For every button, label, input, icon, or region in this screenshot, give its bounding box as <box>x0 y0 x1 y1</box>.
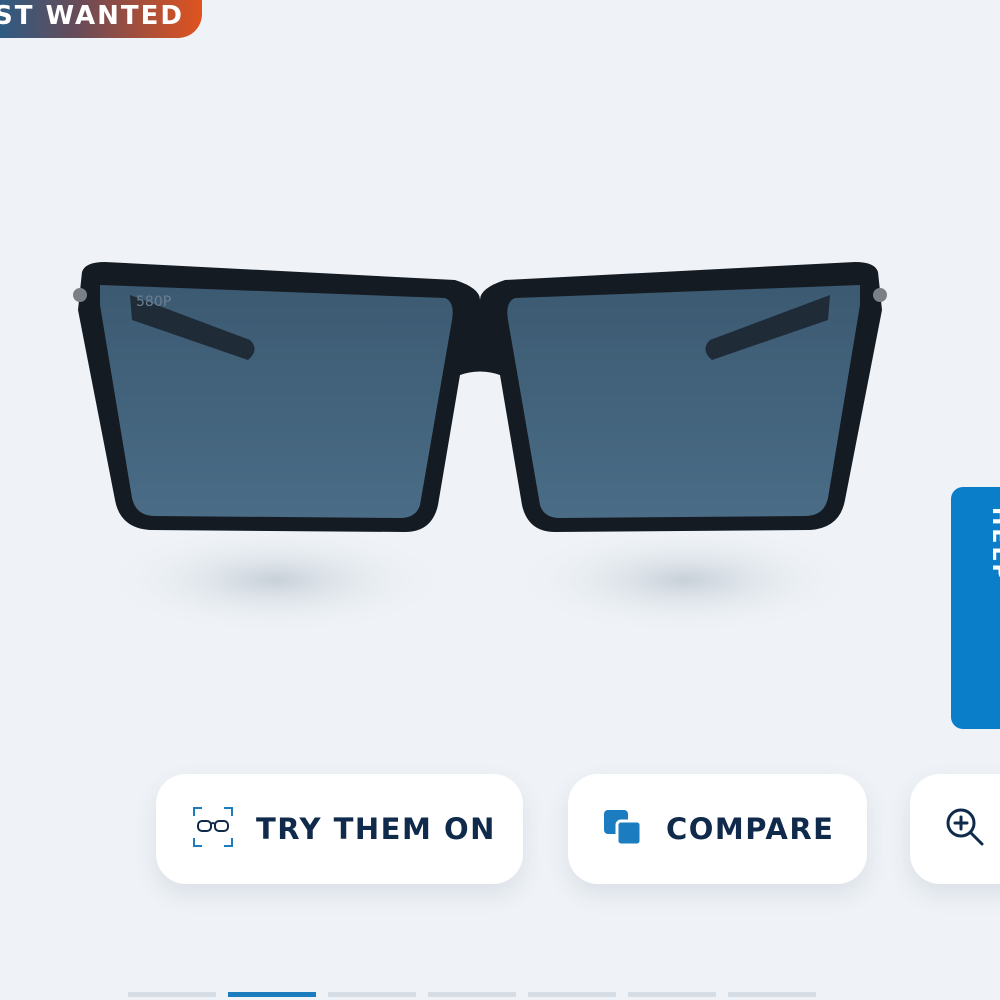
try-them-on-label: TRY THEM ON <box>256 812 496 846</box>
zoom-in-icon <box>944 806 986 852</box>
product-gallery: ST WANTED 580P HELP TRY THEM ON COMPARE <box>0 0 1000 1000</box>
zoom-button[interactable] <box>910 774 1000 884</box>
virtual-try-on-icon <box>192 806 234 852</box>
carousel-dot[interactable] <box>228 992 316 997</box>
product-image-sunglasses[interactable]: 580P <box>60 250 900 640</box>
side-feedback-tab[interactable]: HELP <box>951 487 1000 729</box>
carousel-dot[interactable] <box>428 992 516 997</box>
compare-label: COMPARE <box>666 812 835 846</box>
carousel-dot[interactable] <box>528 992 616 997</box>
carousel-dot[interactable] <box>728 992 816 997</box>
carousel-dot[interactable] <box>128 992 216 997</box>
best-wanted-badge: ST WANTED <box>0 0 202 38</box>
lens-marking: 580P <box>136 294 171 310</box>
try-them-on-button[interactable]: TRY THEM ON <box>156 774 523 884</box>
compare-icon <box>602 806 644 852</box>
side-tab-label: HELP <box>987 507 1000 583</box>
carousel-dot[interactable] <box>328 992 416 997</box>
badge-label: ST WANTED <box>0 1 184 31</box>
carousel-indicators <box>128 992 828 997</box>
compare-button[interactable]: COMPARE <box>568 774 867 884</box>
carousel-dot[interactable] <box>628 992 716 997</box>
